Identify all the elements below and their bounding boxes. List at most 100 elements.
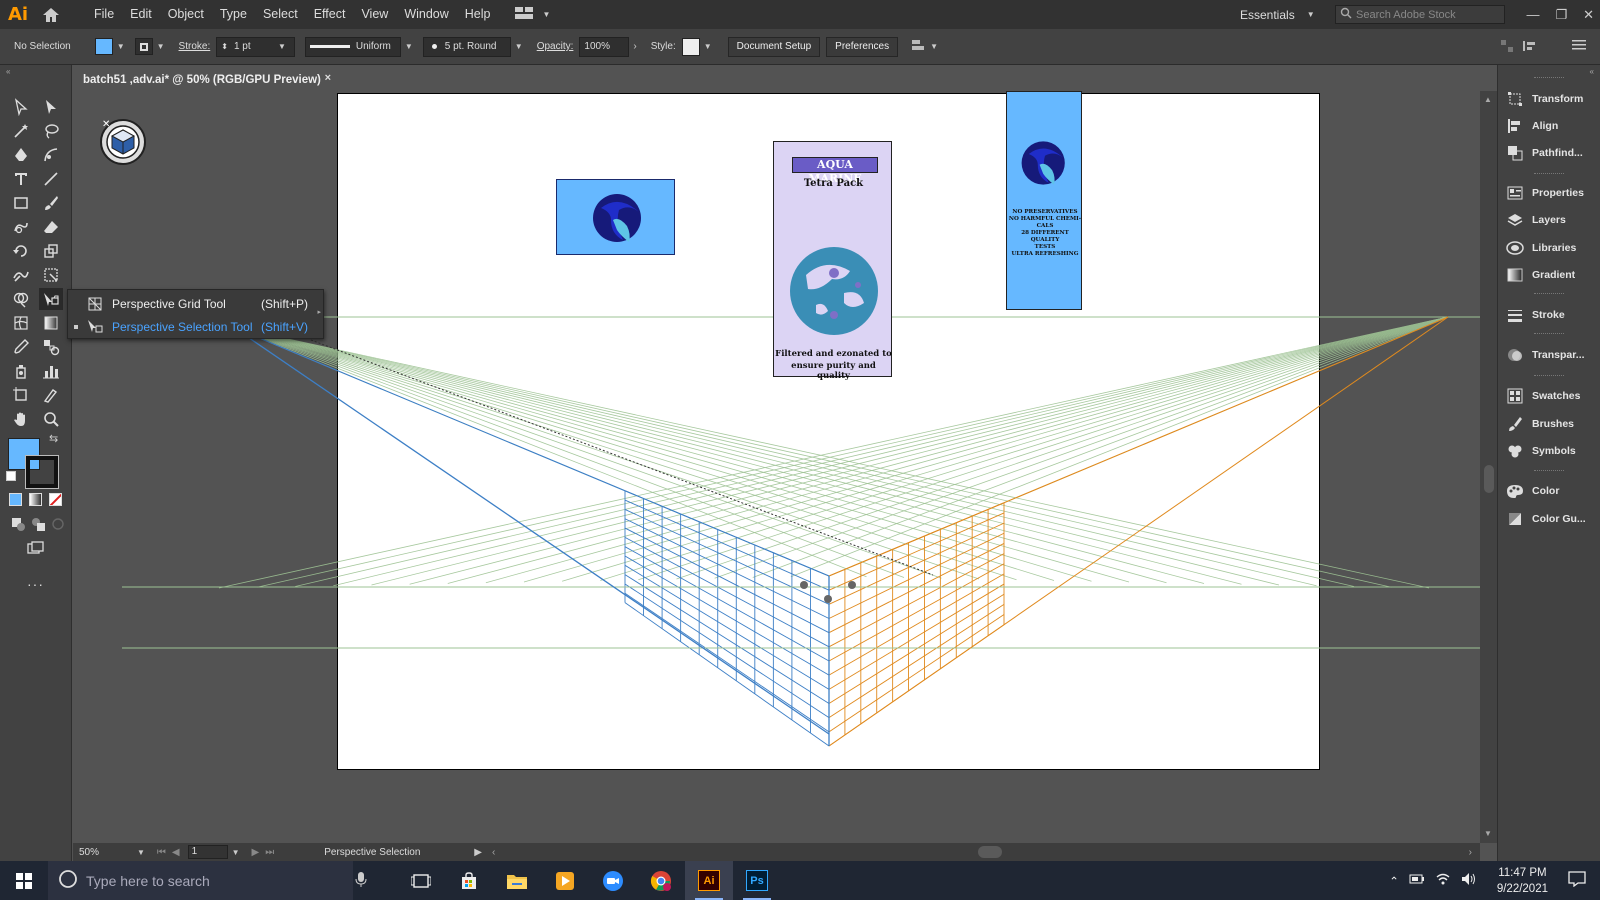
fill-swatch[interactable]	[94, 38, 113, 55]
search-adobe-stock-input[interactable]: Search Adobe Stock	[1335, 5, 1505, 24]
side-label-right[interactable]: NO PRESERVATIVES NO HARMFUL CHEMI- CALS …	[1006, 91, 1082, 310]
flyout-item-perspective-grid[interactable]: Perspective Grid Tool (Shift+P)	[68, 293, 313, 315]
panel-layers[interactable]: Layers	[1498, 207, 1600, 233]
last-artboard-icon[interactable]: ⏭	[265, 847, 274, 858]
panel-swatches[interactable]: Swatches	[1498, 383, 1600, 409]
scroll-thumb[interactable]	[1484, 465, 1494, 493]
column-graph-tool-icon[interactable]	[39, 360, 63, 382]
arrange-icon[interactable]	[1500, 39, 1514, 56]
canvas[interactable]: AQUA MARINE Tetra Pack Filtered and ezon…	[73, 91, 1480, 844]
tear-off-icon[interactable]: ▸	[317, 308, 321, 316]
scroll-right-icon[interactable]: ›	[1469, 847, 1472, 858]
photoshop-taskbar-icon[interactable]: Ps	[733, 861, 781, 900]
battery-icon[interactable]	[1409, 873, 1425, 888]
magic-wand-tool-icon[interactable]	[9, 120, 33, 142]
menu-object[interactable]: Object	[160, 0, 212, 29]
mesh-tool-icon[interactable]	[9, 312, 33, 334]
wifi-icon[interactable]	[1435, 872, 1451, 889]
chevron-down-icon[interactable]: ▼	[515, 42, 523, 51]
default-colors-icon[interactable]	[6, 471, 16, 481]
restore-icon[interactable]: ❐	[1555, 7, 1567, 23]
expand-panels-icon[interactable]: «	[1590, 67, 1594, 76]
brush-definition[interactable]: 5 pt. Round	[422, 36, 511, 57]
chevron-down-icon[interactable]: ▼	[278, 42, 286, 51]
document-tab[interactable]: batch51 ,adv.ai* @ 50% (RGB/GPU Preview)…	[74, 69, 339, 91]
draw-inside-icon[interactable]	[46, 513, 70, 535]
menu-help[interactable]: Help	[457, 0, 499, 29]
minimize-icon[interactable]: —	[1526, 7, 1539, 22]
panel-menu-icon[interactable]	[1572, 39, 1586, 54]
chrome-icon[interactable]	[637, 861, 685, 900]
menu-effect[interactable]: Effect	[306, 0, 354, 29]
current-tool-status[interactable]: Perspective Selection	[324, 847, 474, 858]
grid-handle[interactable]	[848, 581, 856, 589]
shaper-tool-icon[interactable]	[9, 216, 33, 238]
chevron-down-icon[interactable]: ▼	[157, 42, 165, 51]
free-transform-tool-icon[interactable]	[39, 264, 63, 286]
panel-color[interactable]: Color	[1498, 478, 1600, 504]
gradient-mode-icon[interactable]	[29, 493, 42, 506]
scroll-down-icon[interactable]: ▼	[1484, 829, 1492, 838]
microphone-icon[interactable]	[355, 872, 367, 891]
panel-transform[interactable]: Transform	[1498, 86, 1600, 112]
next-artboard-icon[interactable]: ▶	[252, 847, 260, 858]
tetra-pack-label[interactable]: AQUA MARINE Tetra Pack Filtered and ezon…	[773, 141, 892, 381]
status-menu-icon[interactable]: ▶	[474, 847, 482, 858]
curvature-tool-icon[interactable]	[39, 144, 63, 166]
scale-tool-icon[interactable]	[39, 240, 63, 262]
warp-tool-icon[interactable]	[9, 264, 33, 286]
variable-width-profile[interactable]: Uniform	[304, 36, 401, 57]
panel-symbols[interactable]: Symbols	[1498, 438, 1600, 464]
stroke-color-box[interactable]	[25, 455, 59, 489]
arrange-documents-button[interactable]: ▼	[514, 7, 555, 22]
rotate-tool-icon[interactable]	[9, 240, 33, 262]
workspace-switcher[interactable]: Essentials ▼	[1240, 0, 1319, 29]
collapse-icon[interactable]: «	[6, 67, 10, 76]
eraser-tool-icon[interactable]	[39, 216, 63, 238]
microsoft-store-icon[interactable]	[445, 861, 493, 900]
taskbar-search-box[interactable]: Type here to search	[48, 861, 367, 900]
stepper-icon[interactable]: ⬍	[221, 42, 228, 51]
prev-artboard-icon[interactable]: ◀	[172, 847, 180, 858]
none-mode-icon[interactable]	[49, 493, 62, 506]
notifications-icon[interactable]	[1568, 871, 1586, 890]
swap-colors-icon[interactable]: ⇆	[49, 432, 58, 445]
edit-toolbar-icon[interactable]: ···	[27, 576, 44, 592]
panel-brushes[interactable]: Brushes	[1498, 411, 1600, 437]
opacity-input[interactable]: 100%	[579, 36, 630, 57]
direct-selection-tool-icon[interactable]	[39, 96, 63, 118]
plane-switching-widget[interactable]: ✕	[100, 119, 146, 165]
flyout-item-perspective-selection[interactable]: Perspective Selection Tool (Shift+V)	[68, 316, 313, 338]
menu-view[interactable]: View	[353, 0, 396, 29]
panel-transparency[interactable]: Transpar...	[1498, 342, 1600, 368]
slice-tool-icon[interactable]	[39, 384, 63, 406]
panel-stroke[interactable]: Stroke	[1498, 302, 1600, 328]
vertical-scrollbar[interactable]: ▲ ▼	[1480, 91, 1497, 843]
blend-tool-icon[interactable]	[39, 336, 63, 358]
chevron-down-icon[interactable]: ▼	[704, 42, 712, 51]
perspective-grid-tool-icon[interactable]	[39, 288, 63, 310]
scroll-up-icon[interactable]: ▲	[1484, 95, 1492, 104]
color-mode-icon[interactable]	[9, 493, 22, 506]
symbol-sprayer-tool-icon[interactable]	[9, 360, 33, 382]
task-view-icon[interactable]	[397, 861, 445, 900]
menu-file[interactable]: File	[86, 0, 122, 29]
opacity-label[interactable]: Opacity:	[537, 41, 574, 52]
show-hidden-icons[interactable]: ⌃	[1389, 874, 1399, 888]
logo-box-left[interactable]	[556, 179, 675, 255]
distribute-icon[interactable]	[1522, 39, 1538, 56]
panel-properties[interactable]: Properties	[1498, 180, 1600, 206]
chevron-down-icon[interactable]: ▼	[117, 42, 125, 51]
hand-tool-icon[interactable]	[9, 408, 33, 430]
close-icon[interactable]: ✕	[1583, 7, 1594, 23]
illustrator-taskbar-icon[interactable]: Ai	[685, 861, 733, 900]
paintbrush-tool-icon[interactable]	[39, 192, 63, 214]
media-player-icon[interactable]	[541, 861, 589, 900]
chevron-down-icon[interactable]: ▼	[137, 848, 145, 857]
graphic-style-swatch[interactable]	[681, 37, 700, 56]
horizontal-scroll-thumb[interactable]	[978, 846, 1002, 858]
stroke-label[interactable]: Stroke:	[179, 41, 211, 52]
panel-libraries[interactable]: Libraries	[1498, 235, 1600, 261]
close-tab-icon[interactable]: ×	[325, 72, 331, 84]
artboard-number-input[interactable]: 1	[187, 845, 228, 859]
